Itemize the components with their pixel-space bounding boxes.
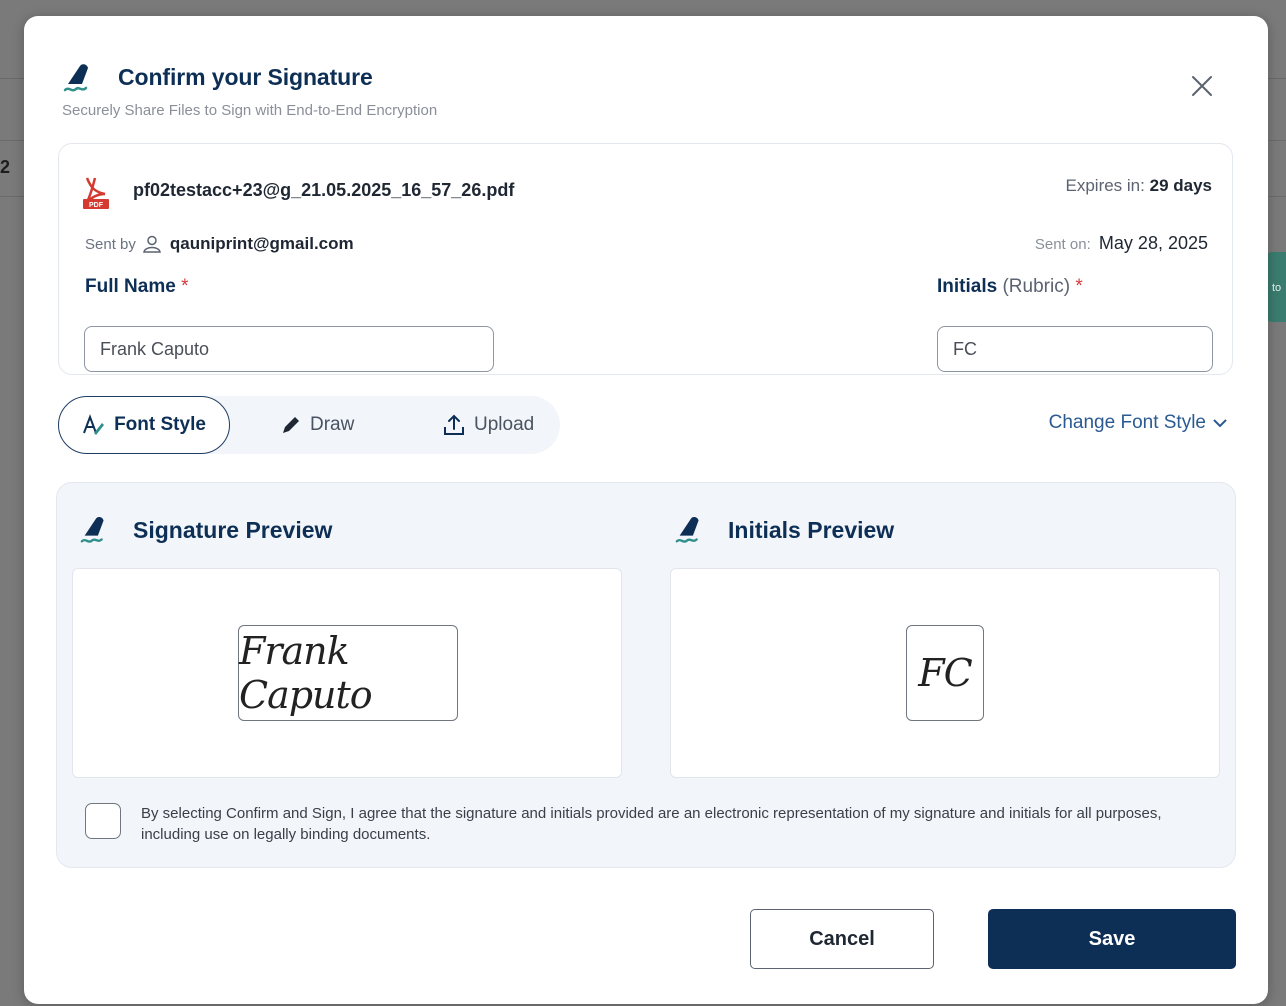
required-mark: * [181,276,189,297]
agreement-checkbox[interactable] [85,803,121,839]
cancel-button[interactable]: Cancel [750,909,934,969]
svg-text:PDF: PDF [89,202,104,209]
modal-title: Confirm your Signature [118,64,373,90]
agreement-row: By selecting Confirm and Sign, I agree t… [85,803,1205,845]
expires-value: 29 days [1149,176,1212,195]
initials-label-sub: (Rubric) [1002,276,1071,297]
full-name-input[interactable] [84,326,494,372]
signature-pen-icon [63,64,88,92]
sent-on-info: Sent on: May 28, 2025 [1035,233,1208,254]
tab-draw-label: Draw [310,414,355,435]
preview-area: Signature Preview Initials Preview Frank… [56,482,1236,868]
signature-method-tabs: Font Style Draw Upload [58,396,560,454]
required-mark: * [1075,276,1083,297]
initials-preview-header: Initials Preview [674,513,894,547]
modal-subtitle: Securely Share Files to Sign with End-to… [62,102,438,119]
sent-by-info: Sent by qauniprint@gmail.com [85,234,354,254]
save-button[interactable]: Save [988,909,1236,969]
tab-upload-label: Upload [474,414,535,435]
sent-by-label: Sent by [85,235,136,253]
close-button[interactable] [1184,68,1220,104]
tab-upload[interactable]: Upload [442,396,534,454]
file-info-card: PDF pf02testacc+23@g_21.05.2025_16_57_26… [58,143,1233,375]
tab-font-style[interactable]: Font Style [58,396,230,454]
chevron-down-icon [1213,419,1227,428]
initials-label-text: Initials [937,276,998,297]
close-icon [1192,76,1212,96]
sent-on-label: Sent on: [1034,236,1091,253]
signature-preview-box: Frank Caputo [72,568,622,778]
user-icon [142,235,161,253]
agreement-text: By selecting Confirm and Sign, I agree t… [141,805,1162,843]
change-font-style-label: Change Font Style [1048,412,1206,433]
signature-pen-icon [80,517,104,543]
full-name-label-text: Full Name [85,276,176,297]
modal-header: Confirm your Signature Securely Share Fi… [62,60,1228,130]
background-side-tab: to [1266,252,1286,322]
initials-preview-box: FC [670,568,1220,778]
pen-icon [283,417,299,433]
initials-preview-title: Initials Preview [728,516,895,543]
tab-draw[interactable]: Draw [280,396,354,454]
expires-info: Expires in: 29 days [1066,176,1213,196]
upload-icon [444,414,464,435]
signature-preview-title: Signature Preview [133,516,333,543]
full-name-label: Full Name * [85,276,189,298]
signature-preview: Frank Caputo [238,625,458,721]
font-style-icon [83,414,105,435]
file-name: pf02testacc+23@g_21.05.2025_16_57_26.pdf [133,180,515,200]
confirm-signature-modal: Confirm your Signature Securely Share Fi… [24,16,1268,1004]
tab-font-style-label: Font Style [114,414,206,435]
expires-label: Expires in: [1065,176,1145,195]
pdf-file-icon: PDF [83,177,109,209]
sent-on-date: May 28, 2025 [1098,233,1208,253]
sent-by-email: qauniprint@gmail.com [169,234,354,253]
initials-preview: FC [906,625,984,721]
initials-label: Initials (Rubric) * [937,276,1083,298]
signature-pen-icon [675,517,699,543]
background-text-fragment: 2 [0,157,10,177]
change-font-style-dropdown[interactable]: Change Font Style [1049,412,1228,434]
signature-preview-header: Signature Preview [79,513,332,547]
initials-input[interactable] [937,326,1213,372]
